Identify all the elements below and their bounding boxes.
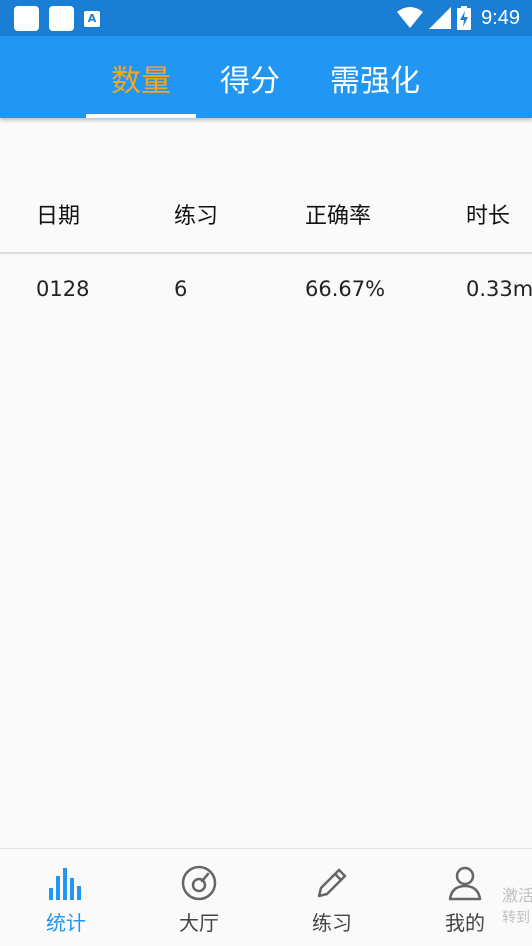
bottom-navigation: 统计 大厅 练习 我的 激活 转到: [0, 848, 532, 946]
nav-label-lobby: 大厅: [179, 911, 219, 935]
column-header-accuracy: 正确率: [305, 204, 372, 229]
status-time: 9:49: [481, 6, 520, 29]
notification-square-icon: [49, 6, 74, 31]
signal-icon: [429, 7, 452, 29]
gauge-icon: [179, 863, 219, 903]
watermark-line-2: 转到: [502, 910, 530, 926]
pencil-icon: [312, 863, 352, 903]
tab-bar: 数量 得分 需强化: [0, 36, 532, 118]
watermark-line-1: 激活: [502, 886, 532, 905]
person-icon: [445, 863, 485, 903]
nav-item-lobby[interactable]: 大厅: [144, 849, 254, 946]
nav-label-profile: 我的: [445, 911, 485, 935]
status-bar-notifications: A: [14, 6, 100, 31]
nav-label-statistics: 统计: [46, 911, 86, 935]
cell-duration: 0.33m: [466, 277, 532, 301]
notification-square-icon: [14, 6, 39, 31]
status-bar: A 9:49: [0, 0, 532, 36]
font-a-icon: A: [84, 10, 100, 27]
activation-watermark: 激活 转到: [502, 885, 532, 929]
nav-item-statistics[interactable]: 统计: [11, 849, 121, 946]
column-header-practice: 练习: [174, 204, 219, 229]
tab-needs-improvement[interactable]: 需强化: [320, 36, 430, 118]
nav-label-practice: 练习: [312, 911, 352, 935]
battery-charging-icon: [457, 6, 472, 30]
column-header-date: 日期: [36, 204, 81, 229]
column-header-duration: 时长: [466, 204, 511, 229]
bar-chart-icon: [46, 863, 86, 903]
cell-accuracy: 66.67%: [305, 277, 386, 301]
tab-quantity[interactable]: 数量: [86, 36, 196, 118]
tab-score[interactable]: 得分: [195, 36, 305, 118]
cell-practice-count: 6: [174, 277, 188, 301]
status-bar-system: 9:49: [397, 6, 520, 30]
table-row: 0128 6 66.67% 0.33m: [0, 254, 532, 324]
wifi-icon: [397, 7, 424, 28]
nav-item-practice[interactable]: 练习: [277, 849, 387, 946]
active-tab-indicator: [86, 114, 196, 118]
table-header: 日期 练习 正确率 时长: [0, 180, 532, 254]
app-screen: A 9:49 数量 得分 需强化 日期 练习 正确率 时长 0128 6 66.…: [0, 0, 532, 946]
cell-date: 0128: [36, 277, 90, 301]
